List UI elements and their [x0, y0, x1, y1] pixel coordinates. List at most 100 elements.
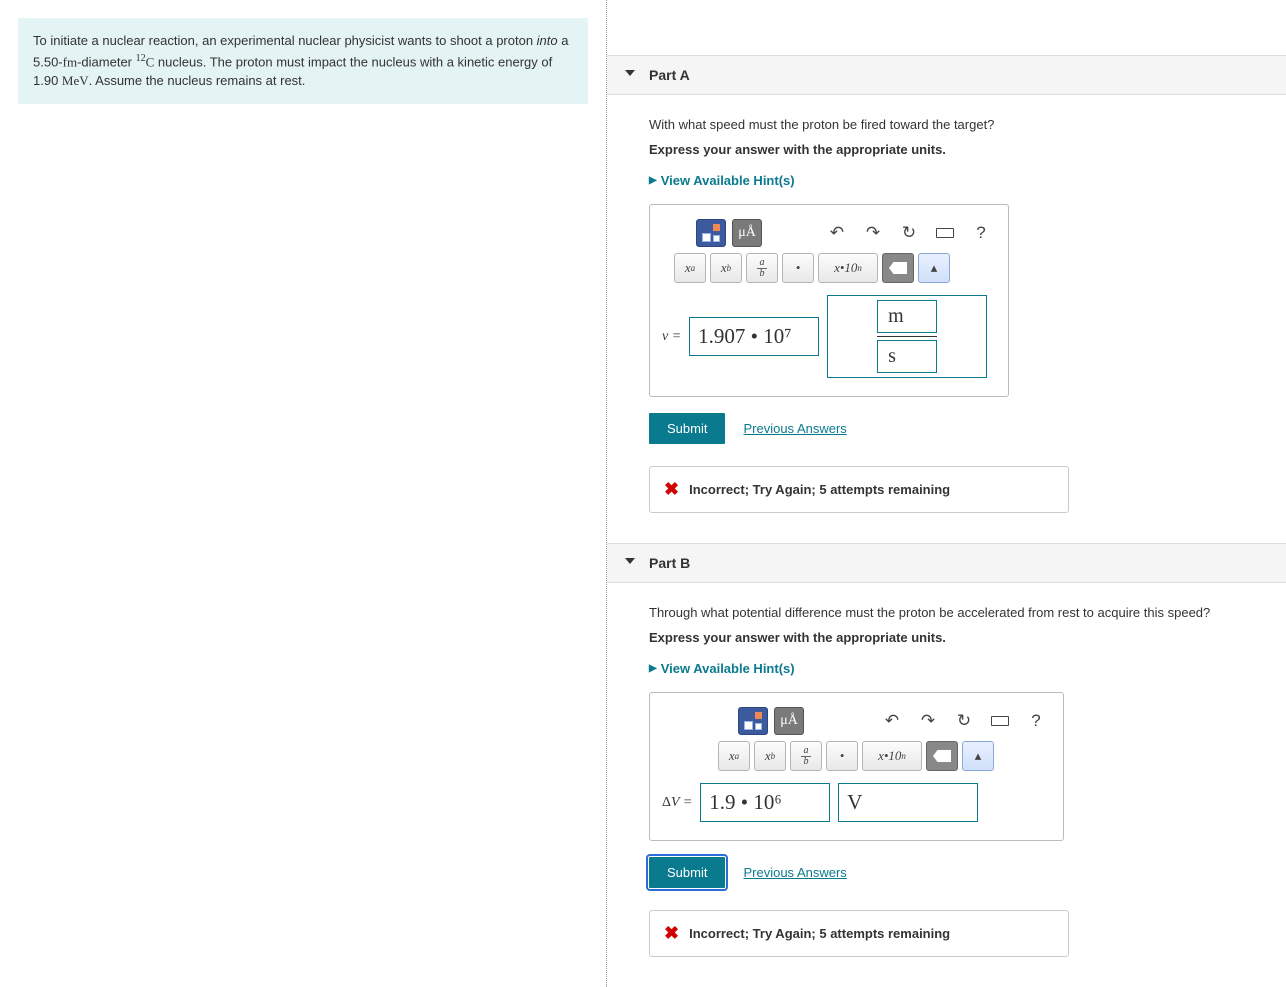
- help-button[interactable]: ?: [1021, 707, 1051, 735]
- problem-statement: To initiate a nuclear reaction, an exper…: [18, 18, 588, 104]
- unit-input[interactable]: V: [838, 783, 978, 822]
- frac-a: a: [760, 258, 765, 268]
- answer-panel: Part A With what speed must the proton b…: [607, 0, 1286, 987]
- problem-text: -diameter: [77, 54, 136, 69]
- question-text: With what speed must the proton be fired…: [649, 117, 1286, 132]
- part-a-header[interactable]: Part A: [607, 55, 1286, 95]
- part-b-title: Part B: [649, 555, 690, 571]
- part-a-body: With what speed must the proton be fired…: [607, 95, 1286, 543]
- answer-row: v = 1.907 • 10⁷ m s: [662, 295, 996, 378]
- value-input[interactable]: 1.9 • 10⁶: [700, 783, 830, 822]
- problem-text: . Assume the nucleus remains at rest.: [89, 73, 306, 88]
- undo-button[interactable]: ↶: [822, 219, 852, 247]
- units-button[interactable]: μÅ: [732, 219, 762, 247]
- isotope-symbol: C: [146, 54, 155, 69]
- answer-row: ΔV = 1.9 • 10⁶ V: [662, 783, 1051, 822]
- backspace-button[interactable]: [926, 741, 958, 771]
- feedback-text: Incorrect; Try Again; 5 attempts remaini…: [689, 482, 950, 497]
- superscript-button[interactable]: xa: [718, 741, 750, 771]
- frac-a: a: [804, 746, 809, 756]
- help-icon: ?: [976, 223, 985, 243]
- feedback-box: ✖ Incorrect; Try Again; 5 attempts remai…: [649, 910, 1069, 957]
- variable-label: v =: [662, 329, 681, 345]
- templates-button[interactable]: [696, 219, 726, 247]
- incorrect-icon: ✖: [664, 479, 679, 500]
- reset-icon: ↻: [957, 711, 971, 731]
- hints-label: View Available Hint(s): [661, 173, 795, 188]
- dot-icon: •: [796, 260, 801, 276]
- instruction-text: Express your answer with the appropriate…: [649, 142, 1286, 157]
- unit-numerator[interactable]: m: [877, 300, 937, 333]
- superscript-button[interactable]: xa: [674, 253, 706, 283]
- keyboard-button[interactable]: [930, 219, 960, 247]
- incorrect-icon: ✖: [664, 923, 679, 944]
- subscript-button[interactable]: xb: [710, 253, 742, 283]
- submit-row: Submit Previous Answers: [649, 857, 1286, 888]
- unit-denominator[interactable]: s: [877, 340, 937, 373]
- part-b-header[interactable]: Part B: [607, 543, 1286, 583]
- toolbar-main: μÅ ↶ ↷ ↻ ?: [738, 707, 1051, 735]
- units-button[interactable]: μÅ: [774, 707, 804, 735]
- problem-text: To initiate a nuclear reaction, an exper…: [33, 33, 537, 48]
- dot-button[interactable]: •: [782, 253, 814, 283]
- keyboard-toggle-button[interactable]: ▴: [918, 253, 950, 283]
- backspace-button[interactable]: [882, 253, 914, 283]
- template-icon: [702, 224, 720, 242]
- units-label: μÅ: [780, 713, 798, 729]
- frac-b: b: [804, 757, 809, 767]
- scientific-button[interactable]: x•10n: [862, 741, 922, 771]
- submit-button[interactable]: Submit: [649, 857, 725, 888]
- unit-fm: fm: [63, 54, 77, 69]
- reset-button[interactable]: ↻: [894, 219, 924, 247]
- templates-button[interactable]: [738, 707, 768, 735]
- template-icon: [744, 712, 762, 730]
- isotope-mass: 12: [136, 53, 146, 64]
- help-icon: ?: [1031, 711, 1040, 731]
- answer-box-b: μÅ ↶ ↷ ↻ ? xa xb ab • x•10n ▴ ΔV = 1.9 •…: [649, 692, 1064, 841]
- previous-answers-link[interactable]: Previous Answers: [743, 865, 846, 880]
- value-input[interactable]: 1.907 • 10⁷: [689, 317, 819, 356]
- submit-row: Submit Previous Answers: [649, 413, 1286, 444]
- dot-button[interactable]: •: [826, 741, 858, 771]
- redo-button[interactable]: ↷: [858, 219, 888, 247]
- keyboard-toggle-button[interactable]: ▴: [962, 741, 994, 771]
- unit-mev: MeV: [62, 73, 89, 88]
- dot-icon: •: [840, 748, 845, 764]
- feedback-box: ✖ Incorrect; Try Again; 5 attempts remai…: [649, 466, 1069, 513]
- view-hints-link[interactable]: View Available Hint(s): [649, 661, 795, 676]
- view-hints-link[interactable]: View Available Hint(s): [649, 173, 795, 188]
- backspace-icon: [933, 750, 951, 762]
- redo-icon: ↷: [921, 711, 935, 731]
- reset-button[interactable]: ↻: [949, 707, 979, 735]
- problem-italic: into: [537, 33, 558, 48]
- toolbar-format: xa xb ab • x•10n ▴: [674, 253, 996, 283]
- toolbar-main: μÅ ↶ ↷ ↻ ?: [696, 219, 996, 247]
- feedback-text: Incorrect; Try Again; 5 attempts remaini…: [689, 926, 950, 941]
- hints-label: View Available Hint(s): [661, 661, 795, 676]
- problem-panel: To initiate a nuclear reaction, an exper…: [0, 0, 607, 987]
- collapse-caret-icon: [625, 70, 635, 76]
- fraction-button[interactable]: ab: [790, 741, 822, 771]
- frac-b: b: [760, 269, 765, 279]
- keyboard-button[interactable]: [985, 707, 1015, 735]
- fraction-button[interactable]: ab: [746, 253, 778, 283]
- redo-button[interactable]: ↷: [913, 707, 943, 735]
- keyboard-icon: [991, 716, 1009, 726]
- unit-input[interactable]: m s: [827, 295, 987, 378]
- toolbar-format: xa xb ab • x•10n ▴: [718, 741, 1051, 771]
- fraction-line: [877, 336, 937, 337]
- subscript-button[interactable]: xb: [754, 741, 786, 771]
- part-b-body: Through what potential difference must t…: [607, 583, 1286, 987]
- scientific-button[interactable]: x•10n: [818, 253, 878, 283]
- previous-answers-link[interactable]: Previous Answers: [743, 421, 846, 436]
- collapse-caret-icon: [625, 558, 635, 564]
- part-a-title: Part A: [649, 67, 690, 83]
- submit-button[interactable]: Submit: [649, 413, 725, 444]
- undo-icon: ↶: [885, 711, 899, 731]
- undo-button[interactable]: ↶: [877, 707, 907, 735]
- reset-icon: ↻: [902, 223, 916, 243]
- help-button[interactable]: ?: [966, 219, 996, 247]
- question-text: Through what potential difference must t…: [649, 605, 1286, 620]
- undo-icon: ↶: [830, 223, 844, 243]
- variable-label: ΔV =: [662, 795, 692, 811]
